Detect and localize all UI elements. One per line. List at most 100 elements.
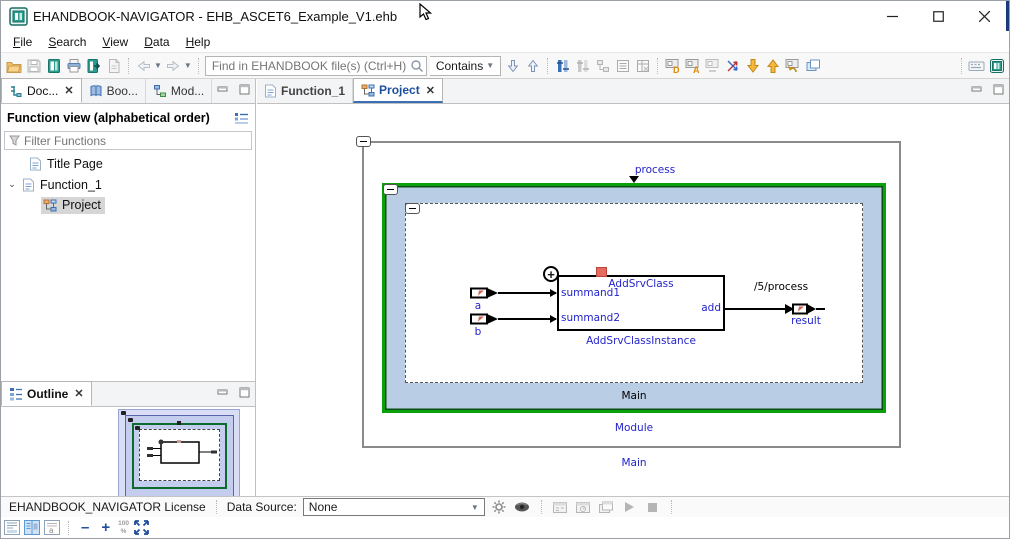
list-view-button[interactable] <box>614 57 631 74</box>
find-next-button[interactable] <box>504 57 521 74</box>
maximize-icon <box>993 84 1003 94</box>
manage-breakpoints-button[interactable] <box>554 57 571 74</box>
tab-document-view[interactable]: Doc... ✕ <box>1 78 82 103</box>
data-source-combo[interactable]: None ▼ <box>302 498 485 516</box>
diagram-canvas[interactable]: process + AddSrvClass summand1 summand2 … <box>257 104 1009 496</box>
zoom-100-button[interactable]: 100% <box>118 520 129 534</box>
text-page-view-button[interactable]: a <box>44 520 60 535</box>
menu-help[interactable]: Help <box>178 33 219 51</box>
collapse-main-frame-button[interactable] <box>356 136 371 147</box>
sliders-gray-button[interactable] <box>574 57 591 74</box>
split-page-view-button[interactable] <box>24 520 40 535</box>
tab-label: Boo... <box>106 83 138 98</box>
fit-to-view-button[interactable] <box>133 519 150 536</box>
minimize-view-button[interactable] <box>215 386 229 398</box>
open-new-view-button[interactable] <box>804 57 821 74</box>
tab-project[interactable]: Project ✕ <box>353 78 443 103</box>
close-icon[interactable]: ✕ <box>74 387 83 400</box>
tab-label: Doc... <box>27 83 59 98</box>
keyboard-shortcuts-button[interactable] <box>968 57 985 74</box>
gold-down-arrow-icon <box>746 58 759 73</box>
input-connector-a[interactable] <box>470 286 500 300</box>
back-history-dropdown[interactable]: ▼ <box>154 61 162 70</box>
tab-outline[interactable]: Outline ✕ <box>1 381 92 406</box>
view-menu-icon[interactable] <box>234 112 249 125</box>
open-ehb-button[interactable] <box>45 57 62 74</box>
maximize-editor-button[interactable] <box>991 83 1005 95</box>
close-icon[interactable]: ✕ <box>64 84 73 97</box>
outline-collapse-dot <box>135 426 140 430</box>
eye-icon <box>515 502 530 512</box>
output-connector-result[interactable] <box>785 302 825 316</box>
close-button[interactable] <box>961 1 1007 31</box>
forward-history-dropdown[interactable]: ▼ <box>184 61 192 70</box>
calibration-window-button[interactable] <box>552 499 569 516</box>
menu-view[interactable]: View <box>94 33 136 51</box>
experiment-window-button[interactable] <box>598 499 615 516</box>
show-defaults-button[interactable]: D <box>664 57 681 74</box>
pdf-export-button[interactable] <box>105 57 122 74</box>
find-search-input[interactable] <box>211 58 410 73</box>
start-measurement-button[interactable] <box>621 499 638 516</box>
navigate-forward-button[interactable] <box>165 57 182 74</box>
minimize-button[interactable] <box>869 1 915 31</box>
measurement-window-button[interactable] <box>575 499 592 516</box>
maximize-view-button[interactable] <box>237 386 251 398</box>
show-annotations-button[interactable]: A <box>684 57 701 74</box>
data-source-settings-button[interactable] <box>491 499 508 516</box>
chevron-expanded-icon[interactable]: ⌄ <box>7 179 17 190</box>
navigator-tab-row: Doc... ✕ Boo... Mod... <box>1 78 255 104</box>
outline-thumbnail[interactable] <box>1 407 255 499</box>
collapse-inner-main-button[interactable] <box>405 203 420 214</box>
data-source-label: Data Source: <box>226 500 297 514</box>
table-view-button[interactable] <box>634 57 651 74</box>
collapse-module-button[interactable] <box>383 184 398 195</box>
main-toolbar: ▼ ▼ Contains▼ D A <box>1 53 1009 79</box>
document-icon <box>23 178 34 191</box>
save-button[interactable] <box>25 57 42 74</box>
ehb-info-button[interactable] <box>988 57 1005 74</box>
zoom-out-button[interactable]: – <box>77 520 93 535</box>
tab-model-view[interactable]: Mod... <box>146 78 213 103</box>
stop-icon <box>647 502 657 512</box>
maximize-button[interactable] <box>915 1 961 31</box>
single-page-view-button[interactable] <box>4 520 20 535</box>
cross-probe-button[interactable] <box>724 57 741 74</box>
expand-block-button[interactable]: + <box>543 266 559 282</box>
model-diagram-icon <box>153 84 166 97</box>
tab-function-1[interactable]: Function_1 <box>257 78 354 103</box>
menu-file[interactable]: File <box>5 33 40 51</box>
find-prev-button[interactable] <box>524 57 541 74</box>
visibility-button[interactable] <box>514 499 531 516</box>
menu-data[interactable]: Data <box>136 33 177 51</box>
close-icon[interactable]: ✕ <box>426 84 435 97</box>
minimize-editor-button[interactable] <box>969 83 983 95</box>
input-connector-b[interactable] <box>470 312 500 326</box>
tree-item-function-1[interactable]: ⌄ Function_1 <box>1 174 255 195</box>
back-to-diagram-button[interactable] <box>784 57 801 74</box>
table-icon <box>636 59 649 72</box>
minimize-icon <box>217 389 227 394</box>
minimize-view-button[interactable] <box>215 83 229 95</box>
print-icon <box>67 58 80 72</box>
menu-search[interactable]: Search <box>40 33 94 51</box>
open-file-button[interactable] <box>5 57 22 74</box>
pdf-icon <box>108 58 119 73</box>
print-button[interactable] <box>65 57 82 74</box>
zoom-in-button[interactable]: + <box>97 520 114 535</box>
export-button[interactable] <box>85 57 102 74</box>
tree-item-label: Project <box>62 198 101 212</box>
tree-item-title-page[interactable]: Title Page <box>1 153 255 174</box>
tree-item-project[interactable]: Project <box>1 195 255 216</box>
go-up-button[interactable] <box>764 57 781 74</box>
stop-measurement-button[interactable] <box>644 499 661 516</box>
maximize-view-button[interactable] <box>237 83 251 95</box>
diagram-gray-button[interactable] <box>704 57 721 74</box>
tab-book-view[interactable]: Boo... <box>82 78 146 103</box>
filter-functions-input[interactable] <box>24 133 247 148</box>
navigate-back-button[interactable] <box>135 57 152 74</box>
contains-dropdown[interactable]: Contains ▼ <box>429 55 502 76</box>
view-toolbar: a – + 100% <box>1 517 1009 538</box>
go-down-button[interactable] <box>744 57 761 74</box>
hierarchy-gray-button[interactable] <box>594 57 611 74</box>
